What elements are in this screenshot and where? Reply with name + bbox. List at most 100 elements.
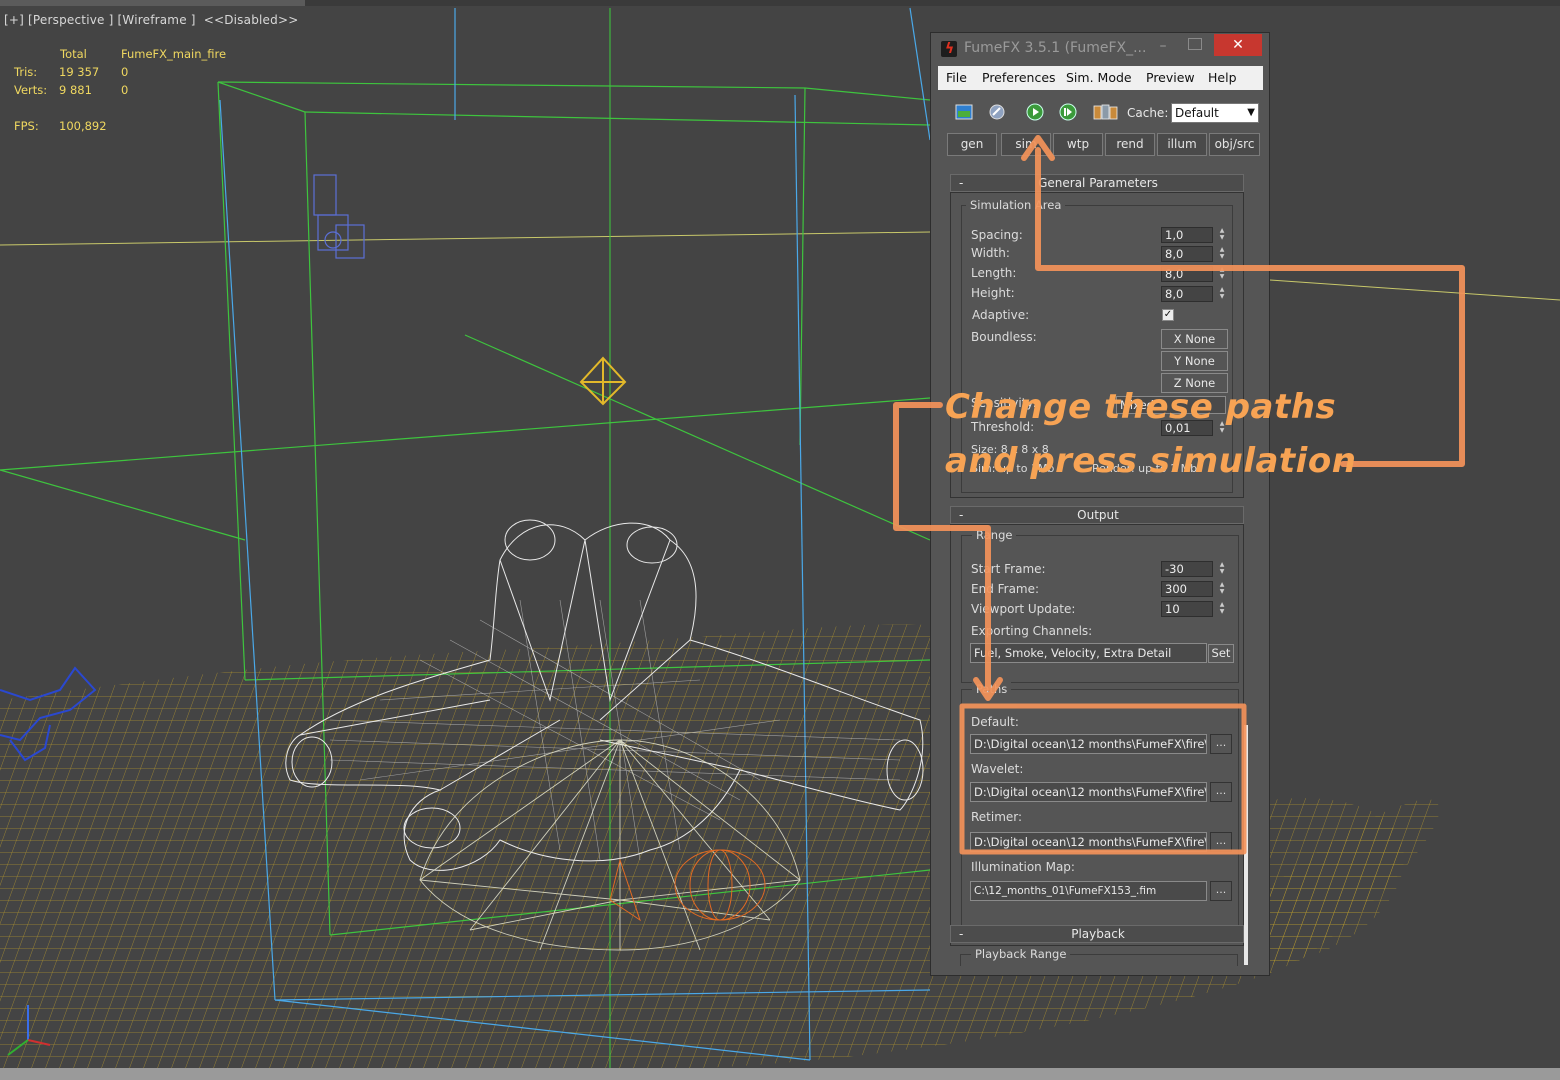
tab-wtp[interactable]: wtp xyxy=(1053,133,1103,156)
wavelet-path-label: Wavelet: xyxy=(971,762,1024,776)
cache-label: Cache: xyxy=(1127,106,1169,120)
end-frame-spinner[interactable]: 300 xyxy=(1161,581,1213,597)
height-label: Height: xyxy=(971,286,1015,300)
rollout-playback-header[interactable]: - Playback xyxy=(950,925,1244,943)
default-path-browse-button[interactable]: ... xyxy=(1210,734,1232,754)
rollout-general-header[interactable]: - General Parameters xyxy=(950,174,1244,192)
exporting-channels-label: Exporting Channels: xyxy=(971,624,1093,638)
tab-rend[interactable]: rend xyxy=(1105,133,1155,156)
light-helper xyxy=(313,174,365,259)
play-simulation-icon[interactable] xyxy=(1026,103,1044,121)
viewport-update-spin-arrows[interactable]: ▲ ▼ xyxy=(1218,601,1226,617)
stats-tris-object: 0 xyxy=(121,65,129,79)
illumination-map-browse-button[interactable]: ... xyxy=(1210,881,1232,901)
fumefx-window: ϟ FumeFX 3.5.1 (FumeFX_... – ✕ File Pref… xyxy=(930,32,1270,976)
stats-fps-label: FPS: xyxy=(14,119,39,133)
menu-sim-mode[interactable]: Sim. Mode xyxy=(1066,70,1132,85)
stats-total-header: Total xyxy=(60,47,87,61)
play-wavelet-icon[interactable] xyxy=(1059,103,1077,121)
stats-object-header: FumeFX_main_fire xyxy=(121,47,227,61)
paths-title: Paths xyxy=(972,682,1012,696)
render-icon[interactable] xyxy=(955,103,973,121)
range-title: Range xyxy=(972,528,1017,542)
tab-sim[interactable]: sim xyxy=(1001,133,1051,156)
rollout-playback-title: Playback xyxy=(1071,927,1125,941)
playback-range-group: Playback Range xyxy=(960,947,1238,966)
illumination-map-label: Illumination Map: xyxy=(971,860,1075,874)
helper-diamond xyxy=(579,356,627,406)
x-none-button[interactable]: X None xyxy=(1161,329,1228,349)
menu-bar: File Preferences Sim. Mode Preview Help xyxy=(938,66,1263,90)
tab-strip: gen sim wtp rend illum obj/src xyxy=(947,133,1262,158)
fumefx-app-icon: ϟ xyxy=(941,41,957,57)
width-label: Width: xyxy=(971,246,1010,260)
cache-select-value: Default xyxy=(1175,106,1219,120)
viewport-scene xyxy=(0,7,1560,1068)
stats-verts-label: Verts: xyxy=(14,83,48,97)
wavelet-path-browse-button[interactable]: ... xyxy=(1210,782,1232,802)
adaptive-checkbox[interactable]: ✓ xyxy=(1162,309,1174,321)
chevron-down-icon: ▼ xyxy=(1247,107,1255,118)
length-spinner[interactable]: 8,0 xyxy=(1161,266,1213,282)
illumination-map-field[interactable]: C:\12_months_01\FumeFX153_.fim xyxy=(970,881,1207,901)
wavelet-path-field[interactable]: D:\Digital ocean\12 months\FumeFX\fire\F… xyxy=(970,782,1207,802)
default-path-field[interactable]: D:\Digital ocean\12 months\FumeFX\fire\F… xyxy=(970,734,1207,754)
height-spin-arrows[interactable]: ▲ ▼ xyxy=(1218,286,1226,302)
tab-gen[interactable]: gen xyxy=(947,133,997,156)
height-spinner[interactable]: 8,0 xyxy=(1161,286,1213,302)
rollout-output-header[interactable]: - Output xyxy=(950,506,1244,524)
adaptive-label: Adaptive: xyxy=(972,308,1030,322)
y-none-button[interactable]: Y None xyxy=(1161,351,1228,371)
menu-preview[interactable]: Preview xyxy=(1146,70,1195,85)
end-frame-spin-arrows[interactable]: ▲ ▼ xyxy=(1218,581,1226,597)
start-frame-spinner[interactable]: -30 xyxy=(1161,561,1213,577)
retimer-path-field[interactable]: D:\Digital ocean\12 months\FumeFX\fire\F… xyxy=(970,832,1207,852)
rollout-scrollbar[interactable] xyxy=(1244,725,1248,965)
simulation-area-title: Simulation Area xyxy=(966,198,1066,212)
exporting-channels-field[interactable]: Fuel, Smoke, Velocity, Extra Detail xyxy=(970,643,1207,663)
settings-icon[interactable] xyxy=(988,103,1006,121)
set-channels-button[interactable]: Set xyxy=(1208,644,1234,663)
spacing-label: Spacing: xyxy=(971,228,1023,242)
stats-fps-value: 100,892 xyxy=(59,119,107,133)
width-spinner[interactable]: 8,0 xyxy=(1161,246,1213,262)
stats-verts-object: 0 xyxy=(121,83,129,97)
viewport-update-spinner[interactable]: 10 xyxy=(1161,601,1213,617)
bottom-strip xyxy=(0,1068,1560,1080)
tab-illum[interactable]: illum xyxy=(1157,133,1207,156)
stats-tris-total: 19 357 xyxy=(59,65,100,79)
start-frame-label: Start Frame: xyxy=(971,562,1046,576)
spacing-spin-arrows[interactable]: ▲ ▼ xyxy=(1218,227,1226,243)
spacing-spinner[interactable]: 1,0 xyxy=(1161,227,1213,243)
rollout-scroll-area[interactable]: - General Parameters Simulation Area Spa… xyxy=(950,166,1250,966)
playback-range-title: Playback Range xyxy=(971,947,1071,961)
cache-select[interactable]: Default ▼ xyxy=(1171,103,1259,123)
length-spin-arrows[interactable]: ▲ ▼ xyxy=(1218,266,1226,282)
stats-tris-label: Tris: xyxy=(14,65,38,79)
close-button[interactable]: ✕ xyxy=(1214,34,1262,56)
rollout-output-title: Output xyxy=(1077,508,1119,522)
start-frame-spin-arrows[interactable]: ▲ ▼ xyxy=(1218,561,1226,577)
maximize-button[interactable] xyxy=(1188,38,1202,50)
boundless-label: Boundless: xyxy=(971,330,1037,344)
menu-preferences[interactable]: Preferences xyxy=(982,70,1056,85)
menu-file[interactable]: File xyxy=(946,70,967,85)
annotation-text: Change these paths and press simulation xyxy=(945,380,1356,488)
rollout-general-title: General Parameters xyxy=(1038,176,1158,190)
title-bar[interactable]: ϟ FumeFX 3.5.1 (FumeFX_... – ✕ xyxy=(931,33,1269,65)
toolbar: Cache: Default ▼ xyxy=(931,95,1269,131)
cache-library-icon[interactable] xyxy=(1093,103,1119,121)
viewport-label[interactable]: [+] [Perspective ] [Wireframe ] <<Disabl… xyxy=(4,13,298,27)
viewport-perspective[interactable]: [+] [Perspective ] [Wireframe ] <<Disabl… xyxy=(0,0,1560,1080)
menu-help[interactable]: Help xyxy=(1208,70,1237,85)
width-spin-arrows[interactable]: ▲ ▼ xyxy=(1218,246,1226,262)
retimer-path-browse-button[interactable]: ... xyxy=(1210,832,1232,852)
stats-verts-total: 9 881 xyxy=(59,83,92,97)
tab-obj-src[interactable]: obj/src xyxy=(1209,133,1260,156)
minimize-button[interactable]: – xyxy=(1153,37,1173,57)
annotation-line-2: and press simulation xyxy=(945,441,1357,481)
window-title: FumeFX 3.5.1 (FumeFX_... xyxy=(964,40,1147,56)
default-path-label: Default: xyxy=(971,715,1019,729)
viewport-update-label: Viewport Update: xyxy=(971,602,1076,616)
retimer-path-label: Retimer: xyxy=(971,810,1023,824)
